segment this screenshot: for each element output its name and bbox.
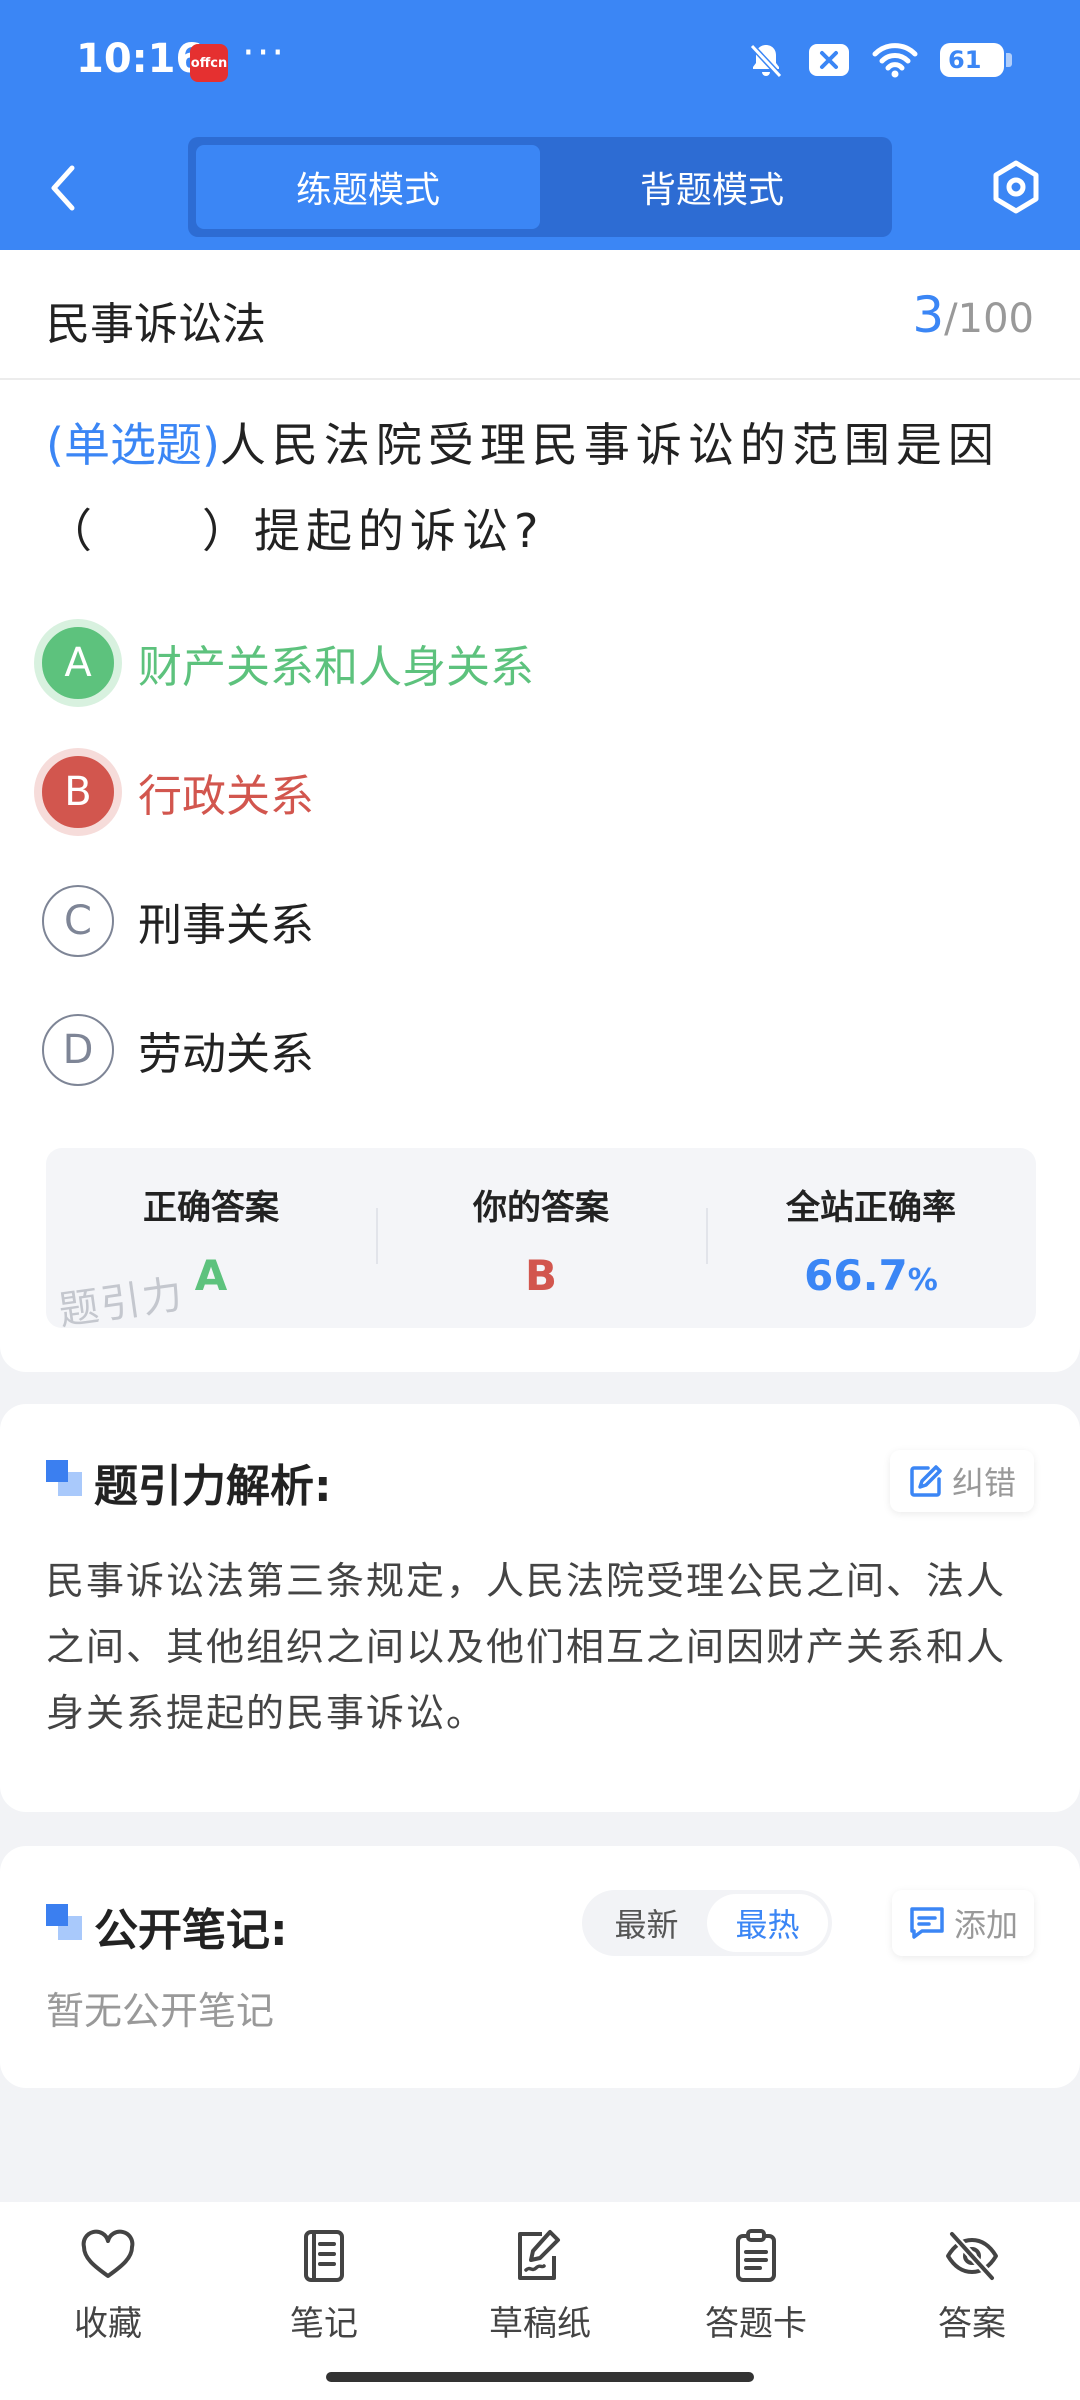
heart-icon — [81, 2229, 135, 2278]
question-stem: (单选题)人民法院受理民事诉讼的范围是因（ ）提起的诉讼? — [46, 402, 1036, 574]
eye-off-icon — [946, 2230, 998, 2282]
draft-icon — [518, 2230, 560, 2280]
offcn-app-icon: offcn — [190, 44, 228, 82]
bottom-toolbar: 收藏 笔记 草稿纸 答题卡 答案 — [0, 2202, 1080, 2400]
answer-summary: 正确答案 A 题引力 你的答案 B 全站正确率 66.7% — [46, 1148, 1036, 1328]
draft-paper-label: 草稿纸 — [489, 2304, 591, 2344]
notes-title: 公开笔记: — [94, 1905, 288, 1956]
option-b[interactable]: B 行政关系 — [42, 747, 314, 837]
notes-section-icon — [46, 1904, 82, 1940]
correct-answer-value: A — [194, 1251, 228, 1300]
option-a[interactable]: A 财产关系和人身关系 — [42, 618, 534, 708]
notebook-icon — [304, 2230, 344, 2282]
settings-icon[interactable] — [988, 159, 1044, 215]
status-bar: 10:16 offcn ··· 61 — [0, 0, 1080, 125]
add-note-label: 添加 — [953, 1906, 1018, 1944]
app-header: 10:16 offcn ··· 61 练题模式 背题模式 — [0, 0, 1080, 250]
notes-label: 笔记 — [290, 2304, 358, 2344]
watermark: 题引力 — [55, 1271, 188, 1328]
your-answer-col: 你的答案 B — [376, 1148, 706, 1328]
accuracy-col: 全站正确率 66.7% — [706, 1148, 1036, 1328]
option-d-text: 劳动关系 — [138, 1029, 314, 1080]
correct-answer-col: 正确答案 A 题引力 — [46, 1148, 376, 1328]
option-d-letter: D — [42, 1014, 114, 1086]
tab-memorize-mode[interactable]: 背题模式 — [540, 145, 884, 229]
analysis-card: 题引力解析: 纠错 民事诉讼法第三条规定，人民法院受理公民之间、法人之间、其他组… — [0, 1404, 1080, 1812]
tab-practice-mode[interactable]: 练题模式 — [196, 145, 540, 229]
comment-icon — [910, 1907, 944, 1939]
option-a-text: 财产关系和人身关系 — [138, 642, 534, 693]
report-error-button[interactable]: 纠错 — [889, 1450, 1034, 1512]
analysis-section-icon — [46, 1460, 82, 1496]
question-type: (单选题) — [46, 418, 220, 472]
accuracy-label: 全站正确率 — [786, 1188, 956, 1228]
edit-icon — [910, 1465, 942, 1497]
mute-bell-icon — [749, 43, 783, 79]
empty-notes-text: 暂无公开笔记 — [46, 1989, 275, 2033]
option-a-letter: A — [42, 627, 114, 699]
status-time: 10:16 — [76, 36, 204, 82]
your-answer-label: 你的答案 — [473, 1188, 609, 1228]
favorite-label: 收藏 — [74, 2304, 142, 2344]
answer-card-label: 答题卡 — [705, 2304, 807, 2344]
sort-hottest[interactable]: 最热 — [707, 1894, 828, 1952]
accuracy-value: 66.7% — [804, 1251, 938, 1300]
question-card: 民事诉讼法 3/100 (单选题)人民法院受理民事诉讼的范围是因（ ）提起的诉讼… — [0, 250, 1080, 1372]
option-c-letter: C — [42, 885, 114, 957]
analysis-text: 民事诉讼法第三条规定，人民法院受理公民之间、法人之间、其他组织之间以及他们相互之… — [46, 1559, 1007, 1735]
accuracy-number: 66.7 — [804, 1251, 908, 1300]
subject-row: 民事诉讼法 3/100 — [0, 250, 1080, 380]
toggle-answer-label: 答案 — [938, 2304, 1006, 2344]
report-error-label: 纠错 — [951, 1464, 1016, 1502]
favorite-button[interactable]: 收藏 — [0, 2226, 216, 2400]
back-icon[interactable] — [40, 160, 90, 216]
option-c-text: 刑事关系 — [138, 900, 314, 951]
close-box-icon — [809, 44, 849, 76]
option-b-letter: B — [42, 756, 114, 828]
subject-title: 民事诉讼法 — [46, 299, 266, 350]
mode-toggle: 练题模式 背题模式 — [188, 137, 892, 237]
status-icons: 61 — [746, 40, 1012, 80]
answer-card-icon — [736, 2229, 776, 2282]
question-progress: 3/100 — [912, 286, 1034, 344]
battery-icon: 61 — [940, 43, 1012, 77]
accuracy-unit: % — [907, 1263, 938, 1298]
nav-bar: 练题模式 背题模式 — [0, 125, 1080, 250]
total-question-count: /100 — [944, 296, 1034, 342]
battery-level: 61 — [948, 46, 982, 74]
current-question-number: 3 — [912, 286, 945, 344]
analysis-title: 题引力解析: — [94, 1461, 332, 1512]
notes-sort-toggle: 最新 最热 — [582, 1890, 832, 1956]
your-answer-value: B — [524, 1251, 557, 1300]
option-c[interactable]: C 刑事关系 — [42, 876, 314, 966]
toggle-answer-button[interactable]: 答案 — [864, 2226, 1080, 2400]
sort-latest[interactable]: 最新 — [586, 1894, 707, 1952]
more-notifications-icon: ··· — [242, 30, 287, 76]
option-b-text: 行政关系 — [138, 771, 314, 822]
home-indicator[interactable] — [326, 2372, 754, 2382]
correct-answer-label: 正确答案 — [143, 1188, 279, 1228]
add-note-button[interactable]: 添加 — [891, 1890, 1034, 1956]
notes-card: 公开笔记: 最新 最热 添加 暂无公开笔记 — [0, 1846, 1080, 2088]
wifi-icon — [872, 43, 918, 78]
option-d[interactable]: D 劳动关系 — [42, 1005, 314, 1095]
